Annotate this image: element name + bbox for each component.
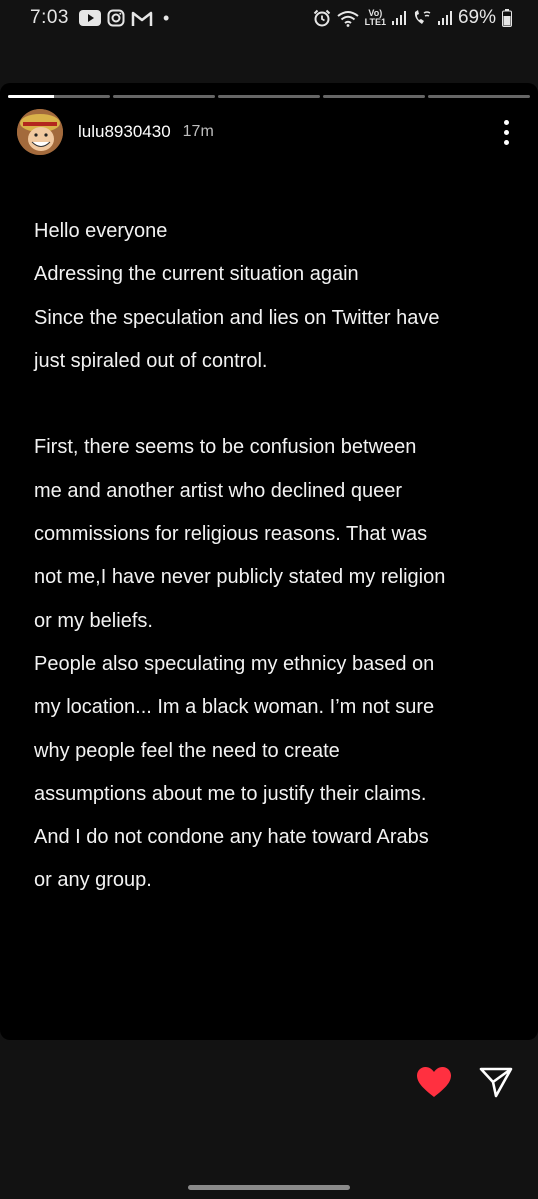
story-text-line: Since the speculation and lies on Twitte…: [34, 306, 440, 329]
send-icon: [479, 1067, 513, 1098]
battery-percent: 69%: [457, 7, 496, 28]
progress-segment: [428, 95, 530, 98]
story-text-line: me and another artist who declined queer: [34, 479, 403, 502]
status-bar-left: 7:03 •: [30, 7, 169, 29]
wifi-icon: [337, 10, 359, 27]
progress-fill: [8, 95, 54, 98]
story-progress-bar: [8, 95, 530, 98]
volte-icon: Vo) LTE1: [365, 9, 386, 27]
story-text-line: my location... Im a black woman. I’m not…: [34, 696, 435, 719]
lte-label: LTE1: [364, 17, 386, 27]
battery-icon: [502, 9, 512, 27]
story-text-line: not me,I have never publicly stated my r…: [34, 566, 446, 589]
status-bar-right: Vo) LTE1 69%: [313, 7, 512, 29]
status-bar: 7:03 • Vo) LTE1 69%: [0, 0, 538, 36]
story-text: Hello everyone Adressing the current situ…: [34, 210, 514, 903]
wifi-calling-icon: [412, 9, 432, 27]
signal-icon: [391, 11, 406, 25]
home-indicator[interactable]: [188, 1185, 350, 1190]
status-time: 7:03: [30, 7, 69, 28]
more-options-icon[interactable]: [494, 116, 518, 148]
progress-segment: [8, 95, 110, 98]
story-text-line: And I do not condone any hate toward Ara…: [34, 826, 429, 849]
story-text-line: why people feel the need to create: [34, 739, 340, 762]
youtube-icon: [78, 10, 101, 26]
notification-dot: •: [162, 7, 170, 28]
story-username[interactable]: lulu8930430: [78, 122, 171, 142]
story-text-line: Adressing the current situation again: [34, 263, 359, 286]
instagram-icon: [107, 9, 125, 27]
story-text-line: Hello everyone: [34, 220, 168, 242]
heart-icon: [417, 1067, 451, 1097]
signal-icon: [437, 11, 452, 25]
story-text-line: just spiraled out of control.: [34, 349, 268, 372]
progress-segment: [113, 95, 215, 98]
share-button[interactable]: [476, 1062, 516, 1102]
like-button[interactable]: [414, 1062, 454, 1102]
gmail-icon: [131, 10, 153, 27]
story-text-line: First, there seems to be confusion betwe…: [34, 436, 417, 459]
story-header: lulu8930430 17m: [17, 109, 518, 155]
story-text-line: People also speculating my ethnicy based…: [34, 652, 435, 675]
alarm-icon: [313, 9, 331, 27]
story-text-line: commissions for religious reasons. That …: [34, 523, 428, 546]
progress-segment: [218, 95, 320, 98]
story-actions: [414, 1062, 516, 1102]
avatar[interactable]: [17, 109, 63, 155]
story-text-line: or my beliefs.: [34, 609, 153, 632]
story-text-line: assumptions about me to justify their cl…: [34, 782, 427, 805]
story-timestamp: 17m: [182, 123, 214, 140]
story-card[interactable]: lulu8930430 17m Hello everyone Adressing …: [0, 83, 538, 1040]
story-text-line: or any group.: [34, 869, 152, 892]
progress-segment: [323, 95, 425, 98]
